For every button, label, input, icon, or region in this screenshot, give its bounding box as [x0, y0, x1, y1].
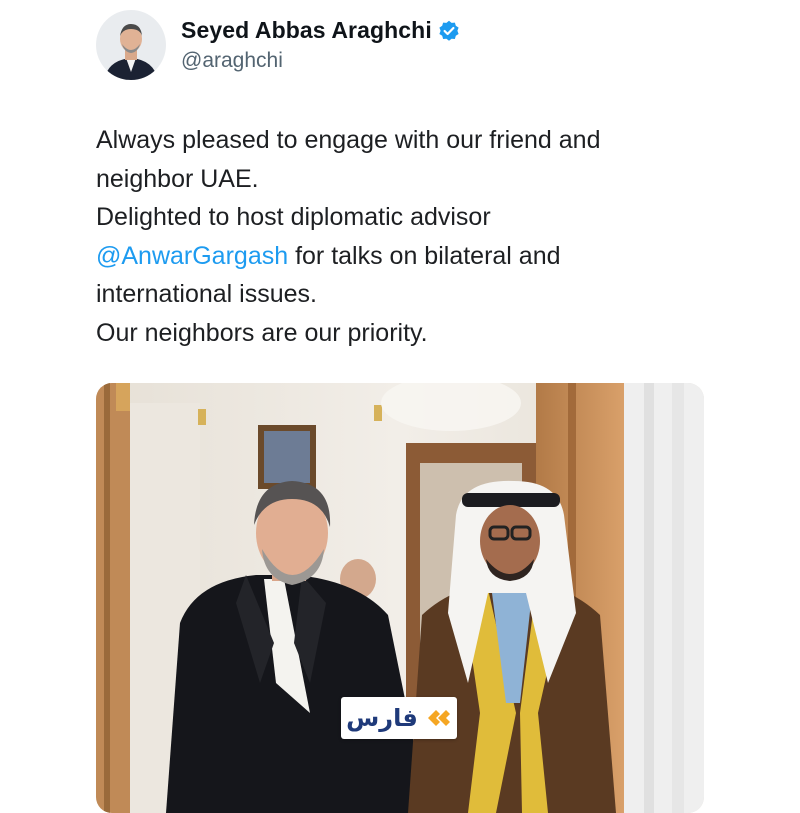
tweet-line: neighbor UAE. [96, 164, 259, 193]
author-handle[interactable]: @araghchi [181, 49, 283, 73]
tweet-photo[interactable]: فارس [96, 383, 704, 813]
avatar-portrait-icon [96, 10, 166, 80]
tweet-line: Delighted to host diplomatic advisor [96, 203, 491, 231]
author-display-name[interactable]: Seyed Abbas Araghchi [181, 17, 432, 44]
watermark-text: فارس [346, 704, 418, 732]
verified-badge-icon [438, 20, 460, 42]
author-name-row: Seyed Abbas Araghchi [181, 17, 460, 44]
tweet-line: Our neighbors are our priority. [96, 318, 428, 347]
tweet-line: international issues. [96, 280, 317, 308]
tweet-line-rest: for talks on bilateral and [288, 241, 561, 270]
tweet-text: Always pleased to engage with our friend… [96, 121, 716, 352]
mention-link[interactable]: @AnwarGargash [96, 242, 288, 270]
tweet-line: Always pleased to engage with our friend… [96, 126, 601, 154]
fars-watermark: فارس [341, 697, 457, 739]
author-avatar[interactable] [96, 10, 166, 80]
fars-logo-icon [427, 710, 450, 726]
tweet-line: @AnwarGargash for talks on bilateral and [96, 237, 716, 276]
photo-scene [96, 383, 704, 813]
